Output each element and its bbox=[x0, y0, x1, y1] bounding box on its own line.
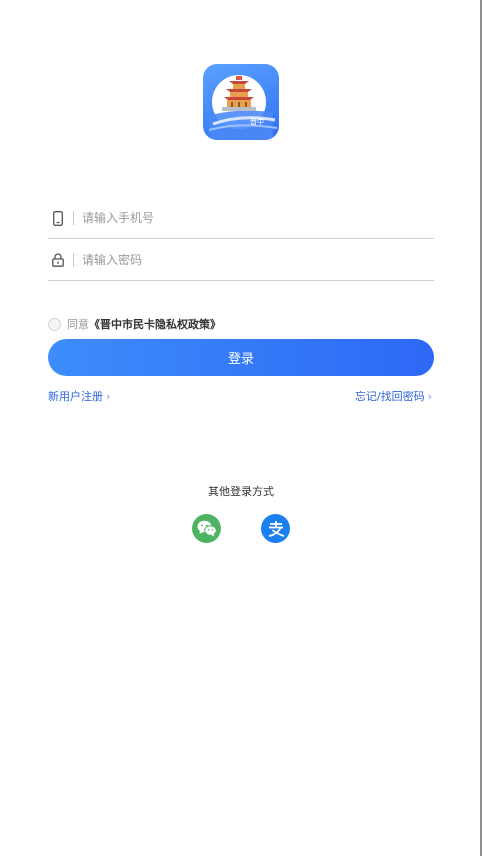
logo-caption: 晋中 bbox=[250, 117, 264, 126]
register-link[interactable]: 新用户注册 › bbox=[48, 388, 110, 404]
phone-input[interactable] bbox=[82, 206, 434, 230]
phone-field bbox=[48, 198, 434, 239]
agreement-prefix: 同意 bbox=[67, 318, 89, 331]
app-logo: 晋中 bbox=[203, 64, 279, 140]
agreement-checkbox[interactable] bbox=[48, 317, 61, 331]
register-label: 新用户注册 bbox=[48, 390, 103, 403]
forgot-label: 忘记/找回密码 bbox=[354, 390, 425, 403]
lock-icon bbox=[50, 251, 66, 269]
password-input[interactable] bbox=[82, 248, 434, 272]
chevron-right-icon: › bbox=[427, 389, 432, 403]
privacy-policy-link[interactable]: 《晋中市民卡隐私权政策》 bbox=[89, 316, 221, 332]
pavilion-icon: 晋中 bbox=[208, 75, 278, 140]
chevron-right-icon: › bbox=[106, 389, 111, 403]
password-field bbox=[48, 240, 434, 281]
login-button[interactable]: 登录 bbox=[48, 339, 434, 376]
wechat-icon bbox=[197, 520, 217, 537]
agreement-row: 同意 《晋中市民卡隐私权政策》 bbox=[48, 316, 221, 332]
alipay-login-button[interactable] bbox=[261, 514, 290, 543]
phone-icon bbox=[50, 209, 66, 227]
wechat-login-button[interactable] bbox=[192, 514, 221, 543]
alipay-icon bbox=[268, 520, 284, 537]
field-separator bbox=[73, 253, 74, 267]
field-separator bbox=[73, 211, 74, 225]
other-login-title: 其他登录方式 bbox=[208, 485, 274, 498]
forgot-password-link[interactable]: 忘记/找回密码 › bbox=[355, 388, 432, 404]
